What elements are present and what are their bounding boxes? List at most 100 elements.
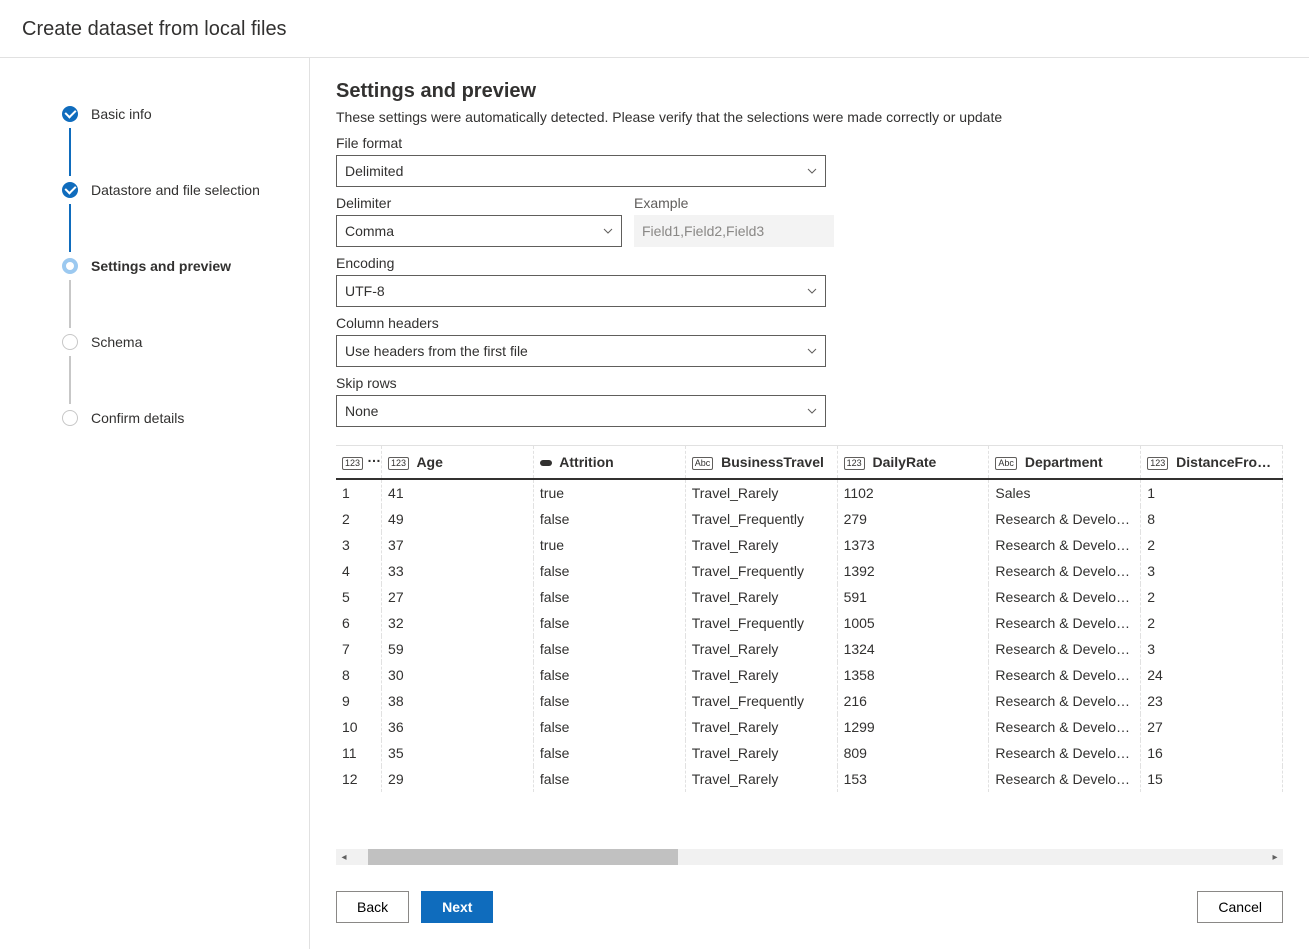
delimiter-select[interactable]: Comma [336, 215, 622, 247]
step-label: Settings and preview [91, 258, 231, 274]
table-cell: 7 [336, 636, 382, 662]
table-cell: 15 [1141, 766, 1283, 792]
step-confirm[interactable]: Confirm details [62, 410, 309, 426]
table-cell: Travel_Rarely [685, 636, 837, 662]
checkmark-icon [62, 106, 78, 122]
column-header[interactable]: 123 DailyRate [837, 446, 989, 479]
step-datastore[interactable]: Datastore and file selection [62, 182, 309, 198]
table-cell: Travel_Rarely [685, 532, 837, 558]
back-button[interactable]: Back [336, 891, 409, 923]
table-cell: 27 [382, 584, 534, 610]
table-cell: Research & Develop... [989, 610, 1141, 636]
skip-rows-label: Skip rows [336, 375, 1283, 391]
table-cell: 1358 [837, 662, 989, 688]
table-cell: 6 [336, 610, 382, 636]
table-cell: 1102 [837, 479, 989, 506]
column-header[interactable]: Abc BusinessTravel [685, 446, 837, 479]
step-label: Schema [91, 334, 142, 350]
table-row: 938falseTravel_Frequently216Research & D… [336, 688, 1283, 714]
step-connector [69, 204, 71, 252]
number-type-icon: 123 [342, 457, 363, 470]
table-row: 433falseTravel_Frequently1392Research & … [336, 558, 1283, 584]
table-cell: 1373 [837, 532, 989, 558]
column-name: DailyRate [869, 454, 937, 470]
step-connector [69, 356, 71, 404]
table-row: 141trueTravel_Rarely1102Sales1 [336, 479, 1283, 506]
table-cell: Research & Develop... [989, 688, 1141, 714]
step-connector [69, 128, 71, 176]
table-cell: true [533, 532, 685, 558]
table-cell: 216 [837, 688, 989, 714]
table-cell: Sales [989, 479, 1141, 506]
step-basic-info[interactable]: Basic info [62, 106, 309, 122]
file-format-label: File format [336, 135, 1283, 151]
table-row: 830falseTravel_Rarely1358Research & Deve… [336, 662, 1283, 688]
table-row: 527falseTravel_Rarely591Research & Devel… [336, 584, 1283, 610]
cancel-button[interactable]: Cancel [1197, 891, 1283, 923]
encoding-label: Encoding [336, 255, 1283, 271]
step-schema[interactable]: Schema [62, 334, 309, 350]
table-cell: 8 [336, 662, 382, 688]
footer-buttons: Back Next Cancel [336, 865, 1283, 949]
column-header[interactable]: 123 Age [382, 446, 534, 479]
preview-table: 123 Id123 Age AttritionAbc BusinessTrave… [336, 446, 1283, 792]
encoding-select[interactable]: UTF-8 [336, 275, 826, 307]
file-format-select[interactable]: Delimited [336, 155, 826, 187]
column-header[interactable]: 123 Id [336, 446, 382, 479]
table-cell: false [533, 766, 685, 792]
column-header[interactable]: Attrition [533, 446, 685, 479]
pending-step-icon [62, 410, 78, 426]
skip-rows-value: None [345, 403, 378, 419]
table-cell: 49 [382, 506, 534, 532]
scroll-right-icon[interactable]: ▸ [1267, 849, 1283, 865]
preview-table-container[interactable]: 123 Id123 Age AttritionAbc BusinessTrave… [336, 445, 1283, 849]
example-label: Example [634, 195, 834, 211]
skip-rows-select[interactable]: None [336, 395, 826, 427]
step-settings-preview[interactable]: Settings and preview [62, 258, 309, 274]
table-cell: 809 [837, 740, 989, 766]
table-cell: 1392 [837, 558, 989, 584]
table-cell: 9 [336, 688, 382, 714]
table-cell: Travel_Rarely [685, 584, 837, 610]
column-headers-select[interactable]: Use headers from the first file [336, 335, 826, 367]
table-cell: Research & Develop... [989, 532, 1141, 558]
horizontal-scrollbar[interactable]: ◂ ▸ [336, 849, 1283, 865]
column-header[interactable]: Abc Department [989, 446, 1141, 479]
table-cell: 27 [1141, 714, 1283, 740]
column-name: Department [1021, 454, 1103, 470]
scroll-left-icon[interactable]: ◂ [336, 849, 352, 865]
table-cell: 8 [1141, 506, 1283, 532]
next-button[interactable]: Next [421, 891, 493, 923]
table-cell: 4 [336, 558, 382, 584]
table-cell: 41 [382, 479, 534, 506]
wizard-steps: Basic info Datastore and file selection … [0, 58, 310, 949]
section-description: These settings were automatically detect… [336, 109, 1283, 125]
page-title: Create dataset from local files [0, 0, 1309, 58]
table-cell: 12 [336, 766, 382, 792]
table-cell: Research & Develop... [989, 740, 1141, 766]
table-row: 1135falseTravel_Rarely809Research & Deve… [336, 740, 1283, 766]
checkmark-icon [62, 182, 78, 198]
table-cell: false [533, 584, 685, 610]
table-cell: 2 [336, 506, 382, 532]
table-cell: false [533, 506, 685, 532]
table-cell: false [533, 662, 685, 688]
table-cell: 3 [336, 532, 382, 558]
encoding-value: UTF-8 [345, 283, 385, 299]
table-cell: 279 [837, 506, 989, 532]
table-cell: 36 [382, 714, 534, 740]
table-cell: 5 [336, 584, 382, 610]
table-cell: true [533, 479, 685, 506]
string-type-icon: Abc [995, 457, 1017, 470]
table-cell: Travel_Rarely [685, 479, 837, 506]
table-cell: 23 [1141, 688, 1283, 714]
scroll-thumb[interactable] [368, 849, 678, 865]
table-cell: 37 [382, 532, 534, 558]
table-cell: false [533, 636, 685, 662]
delimiter-value: Comma [345, 223, 394, 239]
column-header[interactable]: 123 DistanceFromHo... [1141, 446, 1283, 479]
table-cell: 1299 [837, 714, 989, 740]
table-row: 249falseTravel_Frequently279Research & D… [336, 506, 1283, 532]
table-row: 1036falseTravel_Rarely1299Research & Dev… [336, 714, 1283, 740]
example-box: Field1,Field2,Field3 [634, 215, 834, 247]
